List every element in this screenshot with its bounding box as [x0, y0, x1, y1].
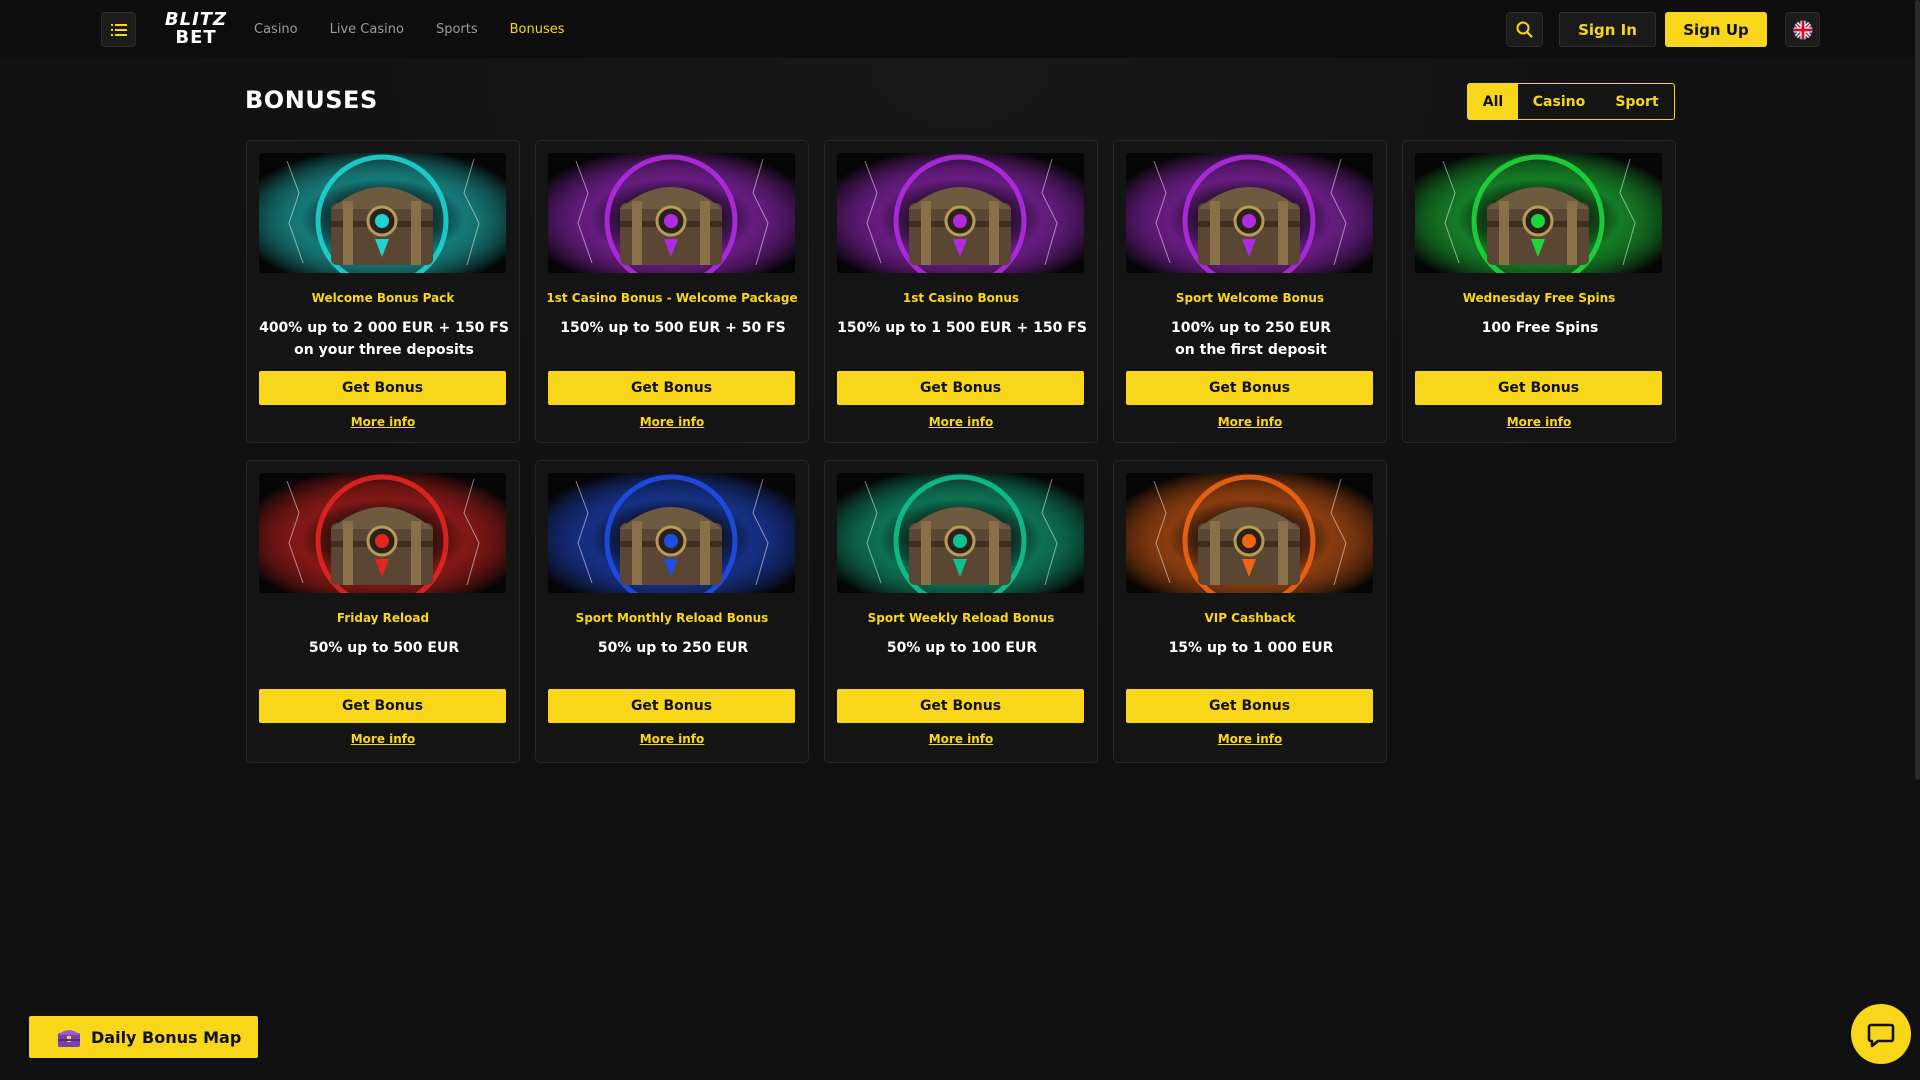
more-info-link[interactable]: More info	[1114, 415, 1386, 429]
nav-bonuses[interactable]: Bonuses	[510, 22, 565, 37]
get-bonus-button[interactable]: Get Bonus	[1415, 371, 1662, 405]
filter-all[interactable]: All	[1468, 84, 1518, 119]
get-bonus-button[interactable]: Get Bonus	[837, 689, 1084, 723]
bonus-description: 100 Free Spins	[1413, 317, 1667, 339]
bonus-chest-image	[1415, 153, 1662, 273]
page-title: BONUSES	[245, 86, 378, 114]
bonus-card: 1st Casino Bonus - Welcome Package 150% …	[535, 140, 809, 443]
nav-casino[interactable]: Casino	[254, 22, 298, 37]
more-info-link[interactable]: More info	[825, 732, 1097, 746]
bonus-description-line-2: on your three deposits	[294, 342, 474, 358]
sign-up-button[interactable]: Sign Up	[1665, 12, 1767, 47]
sign-in-button[interactable]: Sign In	[1559, 12, 1656, 47]
main-nav: Casino Live Casino Sports Bonuses	[254, 0, 565, 58]
bonus-chest-image	[1126, 153, 1373, 273]
get-bonus-button[interactable]: Get Bonus	[1126, 689, 1373, 723]
bonus-description-line-1: 50% up to 500 EUR	[308, 640, 460, 656]
page-scrollbar[interactable]	[1915, 0, 1920, 780]
more-info-link[interactable]: More info	[247, 732, 519, 746]
bonus-description-line-1: 15% up to 1 000 EUR	[1168, 640, 1334, 656]
logo-line-2: BET	[175, 27, 217, 48]
bonus-card: Sport Monthly Reload Bonus 50% up to 250…	[535, 460, 809, 763]
bonus-card: Sport Weekly Reload Bonus 50% up to 100 …	[824, 460, 1098, 763]
bonus-title: Wednesday Free Spins	[1462, 291, 1616, 305]
bonus-filter: All Casino Sport	[1467, 83, 1675, 120]
get-bonus-button[interactable]: Get Bonus	[259, 371, 506, 405]
bonus-chest-image	[548, 473, 795, 593]
bonus-description: 50% up to 250 EUR	[546, 637, 800, 659]
more-info-link[interactable]: More info	[1114, 732, 1386, 746]
uk-flag-icon	[1793, 20, 1812, 39]
bonus-card: Sport Welcome Bonus 100% up to 250 EUR o…	[1113, 140, 1387, 443]
bonus-description-line-1: 100% up to 250 EUR	[1171, 320, 1331, 336]
search-button[interactable]	[1506, 12, 1543, 47]
filter-sport[interactable]: Sport	[1600, 84, 1674, 119]
bonus-description-line-1: 100 Free Spins	[1481, 320, 1599, 336]
nav-sports[interactable]: Sports	[436, 22, 478, 37]
bonus-card: 1st Casino Bonus 150% up to 1 500 EUR + …	[824, 140, 1098, 443]
bonus-title: Sport Welcome Bonus	[1175, 291, 1325, 305]
bonus-card: VIP Cashback 15% up to 1 000 EUR Get Bon…	[1113, 460, 1387, 763]
more-info-link[interactable]: More info	[536, 415, 808, 429]
bonus-description-line-1: 50% up to 250 EUR	[597, 640, 749, 656]
bonus-title: 1st Casino Bonus	[902, 291, 1020, 305]
menu-button[interactable]	[101, 12, 136, 47]
bonus-title: Sport Monthly Reload Bonus	[575, 611, 769, 625]
chat-bubble-icon	[1867, 1023, 1895, 1048]
bonus-chest-image	[837, 153, 1084, 273]
get-bonus-button[interactable]: Get Bonus	[1126, 371, 1373, 405]
bonus-title: Sport Weekly Reload Bonus	[867, 611, 1055, 625]
search-icon	[1516, 21, 1533, 38]
menu-icon	[110, 23, 127, 36]
bonus-description-line-1: 150% up to 1 500 EUR + 150 FS	[837, 320, 1087, 336]
more-info-link[interactable]: More info	[247, 415, 519, 429]
daily-bonus-map-label: Daily Bonus Map	[91, 1027, 242, 1047]
language-selector[interactable]	[1785, 12, 1820, 47]
bonus-title: 1st Casino Bonus - Welcome Package	[546, 291, 798, 305]
bonus-chest-image	[259, 153, 506, 273]
bonus-title: Friday Reload	[336, 611, 430, 625]
top-header: BLITZ BET Casino Live Casino Sports Bonu…	[0, 0, 1920, 58]
more-info-link[interactable]: More info	[1403, 415, 1675, 429]
bonus-description: 150% up to 500 EUR + 50 FS	[546, 317, 800, 339]
bonus-chest-image	[1126, 473, 1373, 593]
treasure-chest-icon	[58, 1030, 80, 1047]
bonus-title: Welcome Bonus Pack	[311, 291, 455, 305]
filter-casino[interactable]: Casino	[1518, 84, 1600, 119]
bonus-chest-image	[837, 473, 1084, 593]
bonus-description-line-1: 400% up to 2 000 EUR + 150 FS	[259, 320, 509, 336]
get-bonus-button[interactable]: Get Bonus	[548, 371, 795, 405]
bonus-description: 50% up to 500 EUR	[257, 637, 511, 659]
bonus-card: Friday Reload 50% up to 500 EUR Get Bonu…	[246, 460, 520, 763]
bonus-description: 150% up to 1 500 EUR + 150 FS	[835, 317, 1089, 339]
bonus-description-line-2: on the first deposit	[1175, 342, 1327, 358]
bonus-chest-image	[259, 473, 506, 593]
bonus-chest-image	[548, 153, 795, 273]
bonus-description-line-1: 50% up to 100 EUR	[886, 640, 1038, 656]
bonus-description: 15% up to 1 000 EUR	[1124, 637, 1378, 659]
get-bonus-button[interactable]: Get Bonus	[837, 371, 1084, 405]
bonus-description: 50% up to 100 EUR	[835, 637, 1089, 659]
nav-live-casino[interactable]: Live Casino	[330, 22, 404, 37]
bonus-description: 400% up to 2 000 EUR + 150 FS on your th…	[257, 317, 511, 361]
bonus-card: Wednesday Free Spins 100 Free Spins Get …	[1402, 140, 1676, 443]
bonus-description-line-1: 150% up to 500 EUR + 50 FS	[560, 320, 786, 336]
more-info-link[interactable]: More info	[825, 415, 1097, 429]
get-bonus-button[interactable]: Get Bonus	[548, 689, 795, 723]
bonus-title: VIP Cashback	[1204, 611, 1296, 625]
more-info-link[interactable]: More info	[536, 732, 808, 746]
bonus-description: 100% up to 250 EUR on the first deposit	[1124, 317, 1378, 361]
get-bonus-button[interactable]: Get Bonus	[259, 689, 506, 723]
live-chat-button[interactable]	[1851, 1004, 1911, 1064]
site-logo[interactable]: BLITZ BET	[160, 10, 232, 48]
daily-bonus-map-button[interactable]: Daily Bonus Map	[29, 1016, 258, 1058]
bonus-card: Welcome Bonus Pack 400% up to 2 000 EUR …	[246, 140, 520, 443]
